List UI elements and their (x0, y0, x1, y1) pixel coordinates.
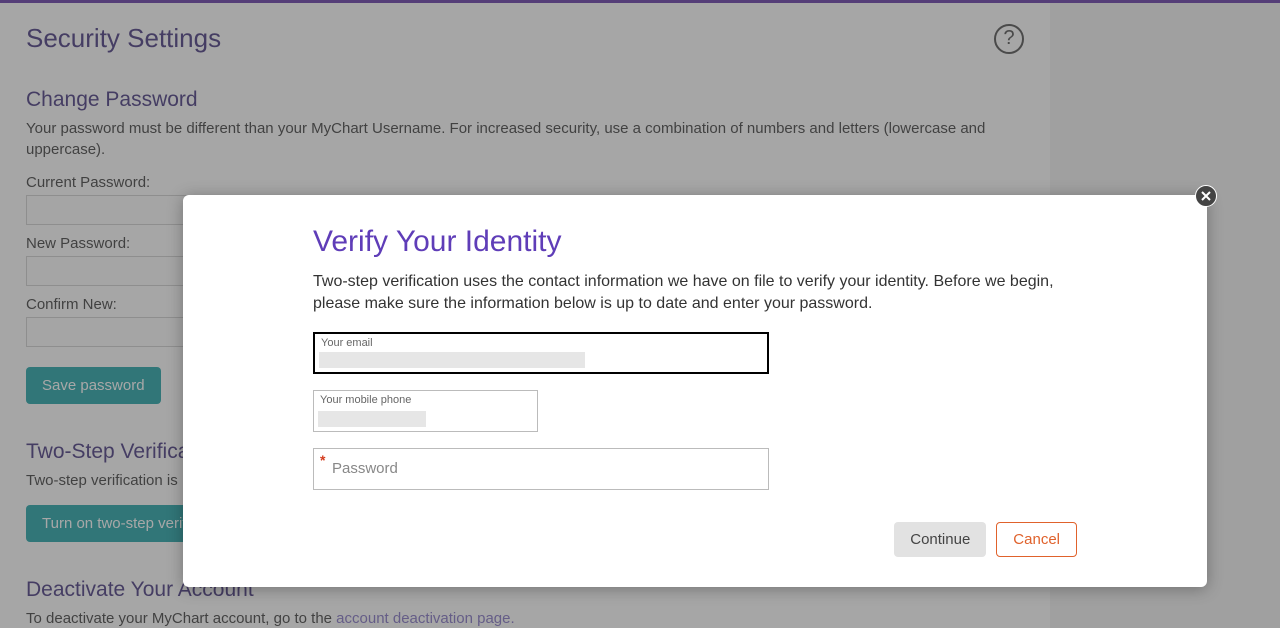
verify-identity-modal: Verify Your Identity Two-step verificati… (183, 195, 1207, 587)
mobile-phone-field[interactable]: Your mobile phone (313, 390, 538, 432)
email-field-label: Your email (321, 337, 373, 349)
password-field[interactable]: * Password (313, 448, 769, 490)
required-indicator-icon: * (320, 452, 325, 468)
continue-button[interactable]: Continue (894, 522, 986, 557)
password-placeholder: Password (332, 460, 398, 477)
cancel-button[interactable]: Cancel (996, 522, 1077, 557)
close-icon[interactable] (1195, 185, 1217, 207)
email-field[interactable]: Your email (313, 332, 769, 374)
mobile-phone-value-redacted (318, 411, 426, 427)
mobile-phone-label: Your mobile phone (320, 394, 411, 406)
email-value-redacted (319, 352, 585, 368)
modal-title: Verify Your Identity (313, 225, 1077, 259)
modal-desc: Two-step verification uses the contact i… (313, 271, 1077, 316)
modal-actions: Continue Cancel (894, 522, 1077, 557)
modal-content: Verify Your Identity Two-step verificati… (183, 195, 1207, 526)
